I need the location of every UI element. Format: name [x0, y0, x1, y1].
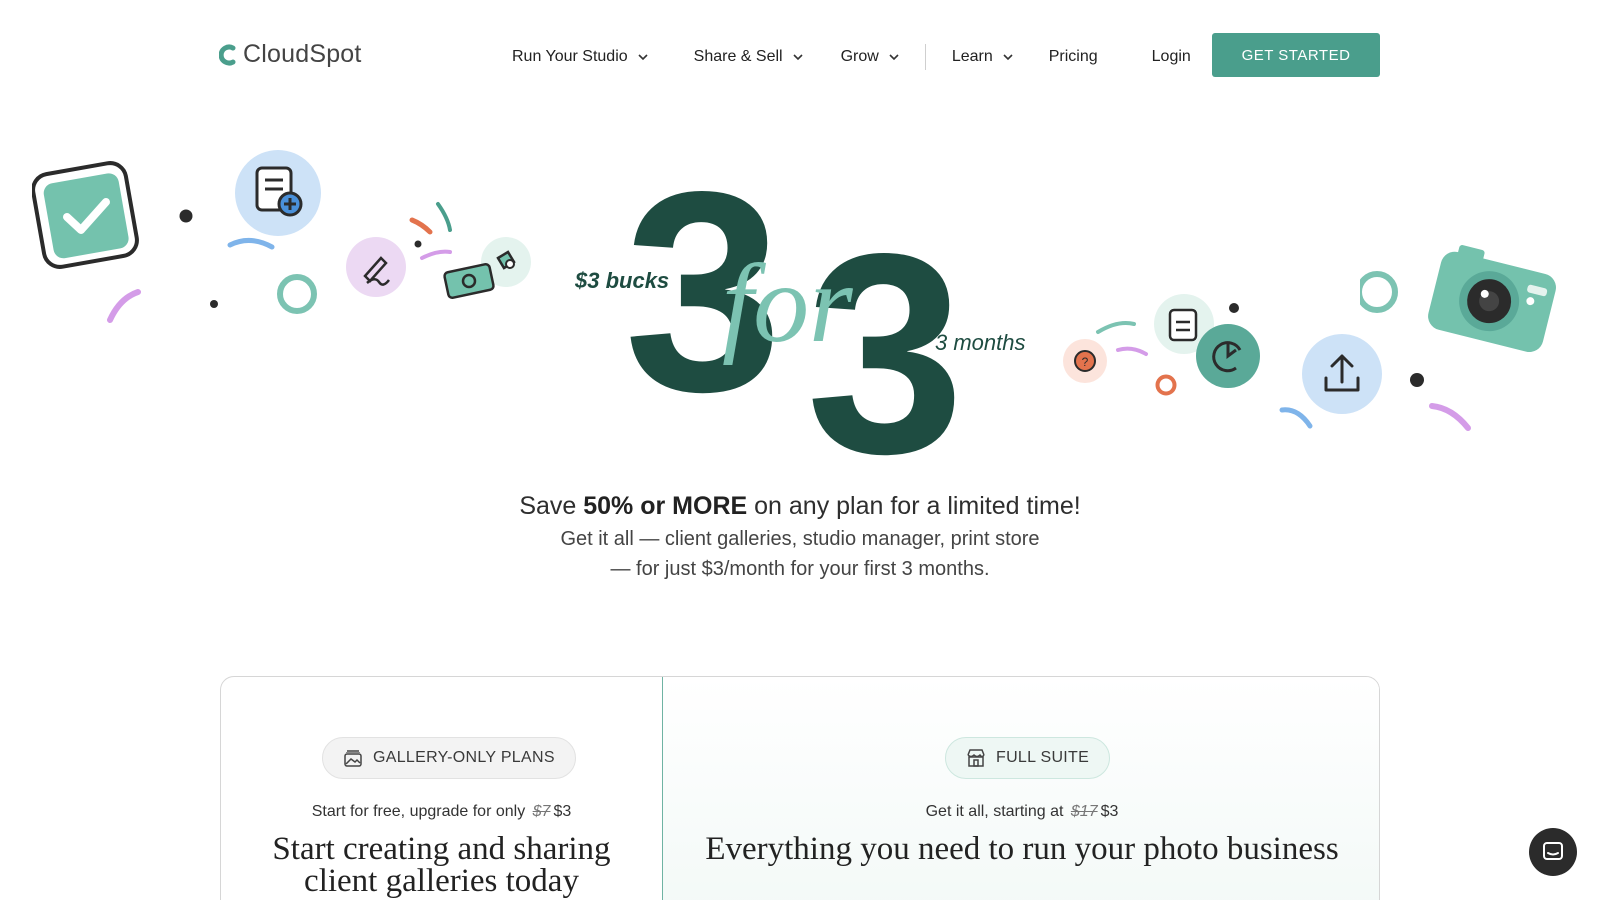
nav-pricing[interactable]: Pricing	[1049, 48, 1098, 66]
cloudspot-logo[interactable]: CloudSpot	[219, 40, 362, 69]
nav-label: Share & Sell	[693, 48, 783, 65]
title-line: client galleries today	[304, 863, 579, 899]
nav-share-sell[interactable]: Share & Sell	[694, 48, 803, 66]
login-label: Login	[1151, 48, 1191, 65]
pill-label: FULL SUITE	[996, 749, 1090, 766]
nav-label: Pricing	[1048, 48, 1098, 65]
price-new: $3	[553, 803, 572, 820]
main-menu: Run Your Studio Share & Sell Grow Learn …	[512, 44, 1191, 70]
nav-label: Run Your Studio	[512, 48, 628, 65]
price-new: $3	[1100, 803, 1119, 820]
nav-divider	[924, 44, 926, 70]
storefront-icon	[967, 749, 985, 767]
hero-subtext-line1: Get it all — client galleries, studio ma…	[560, 528, 1040, 550]
nav-grow[interactable]: Grow	[841, 48, 899, 66]
get-started-button[interactable]: GET STARTED	[1212, 33, 1380, 77]
nav-label: Learn	[951, 48, 993, 65]
cloudspot-logo-icon	[219, 44, 236, 65]
top-navigation: CloudSpot Run Your Studio Share & Sell G…	[0, 0, 1600, 108]
hero-headline: Save 50% or MORE on any plan for a limit…	[0, 492, 1600, 521]
brand-name: CloudSpot	[243, 40, 362, 68]
confetti-left	[107, 202, 452, 323]
title-line: Start creating and sharing	[272, 831, 611, 867]
pill-label: GALLERY-ONLY PLANS	[373, 749, 555, 766]
chevron-down-icon	[793, 54, 803, 61]
gallery-only-pill[interactable]: GALLERY-ONLY PLANS	[322, 737, 576, 779]
full-suite-price-line: Get it all, starting at $17 $3	[663, 803, 1379, 821]
chevron-down-icon	[1003, 54, 1013, 61]
gallery-only-plan: GALLERY-ONLY PLANS Start for free, upgra…	[221, 677, 662, 900]
camera-icon	[1428, 245, 1556, 352]
hero-subtext-line2: — for just $3/month for your first 3 mon…	[610, 558, 990, 580]
upload-icon	[1302, 334, 1382, 414]
hero-for-word: for	[722, 242, 853, 366]
full-suite-plan: FULL SUITE Get it all, starting at $17 $3…	[662, 677, 1379, 900]
full-suite-pill[interactable]: FULL SUITE	[945, 737, 1111, 779]
ring-shape	[1360, 271, 1398, 313]
gallery-price-line: Start for free, upgrade for only $7 $3	[221, 803, 662, 821]
invoice-stopwatch-icon	[1154, 294, 1260, 388]
nav-label: Grow	[840, 48, 879, 65]
nav-run-your-studio[interactable]: Run Your Studio	[512, 48, 648, 66]
headline-bold: 50% or MORE	[583, 492, 748, 520]
price-prefix: Get it all, starting at	[925, 803, 1068, 820]
chat-launcher-button[interactable]	[1529, 828, 1577, 876]
nav-learn[interactable]: Learn	[952, 48, 1013, 66]
login-link[interactable]: Login	[1152, 48, 1191, 66]
price-old: $7	[532, 803, 551, 820]
price-prefix: Start for free, upgrade for only	[311, 803, 530, 820]
chat-bubble-icon	[1543, 842, 1563, 860]
svg-text:?: ?	[1082, 355, 1089, 369]
chevron-down-icon	[889, 54, 899, 61]
question-chat-icon: ?	[1063, 339, 1107, 383]
price-old: $17	[1070, 803, 1098, 820]
headline-post: on any plan for a limited time!	[747, 492, 1081, 520]
hero-months-label: 3 months	[935, 330, 1026, 355]
full-suite-plan-title: Everything you need to run your photo bu…	[705, 831, 1339, 867]
gallery-plan-title: Start creating and sharing client galler…	[221, 831, 662, 899]
chevron-down-icon	[638, 54, 648, 61]
plans-card: GALLERY-ONLY PLANS Start for free, upgra…	[220, 676, 1380, 900]
gallery-icon	[344, 750, 362, 767]
headline-pre: Save	[519, 492, 584, 520]
